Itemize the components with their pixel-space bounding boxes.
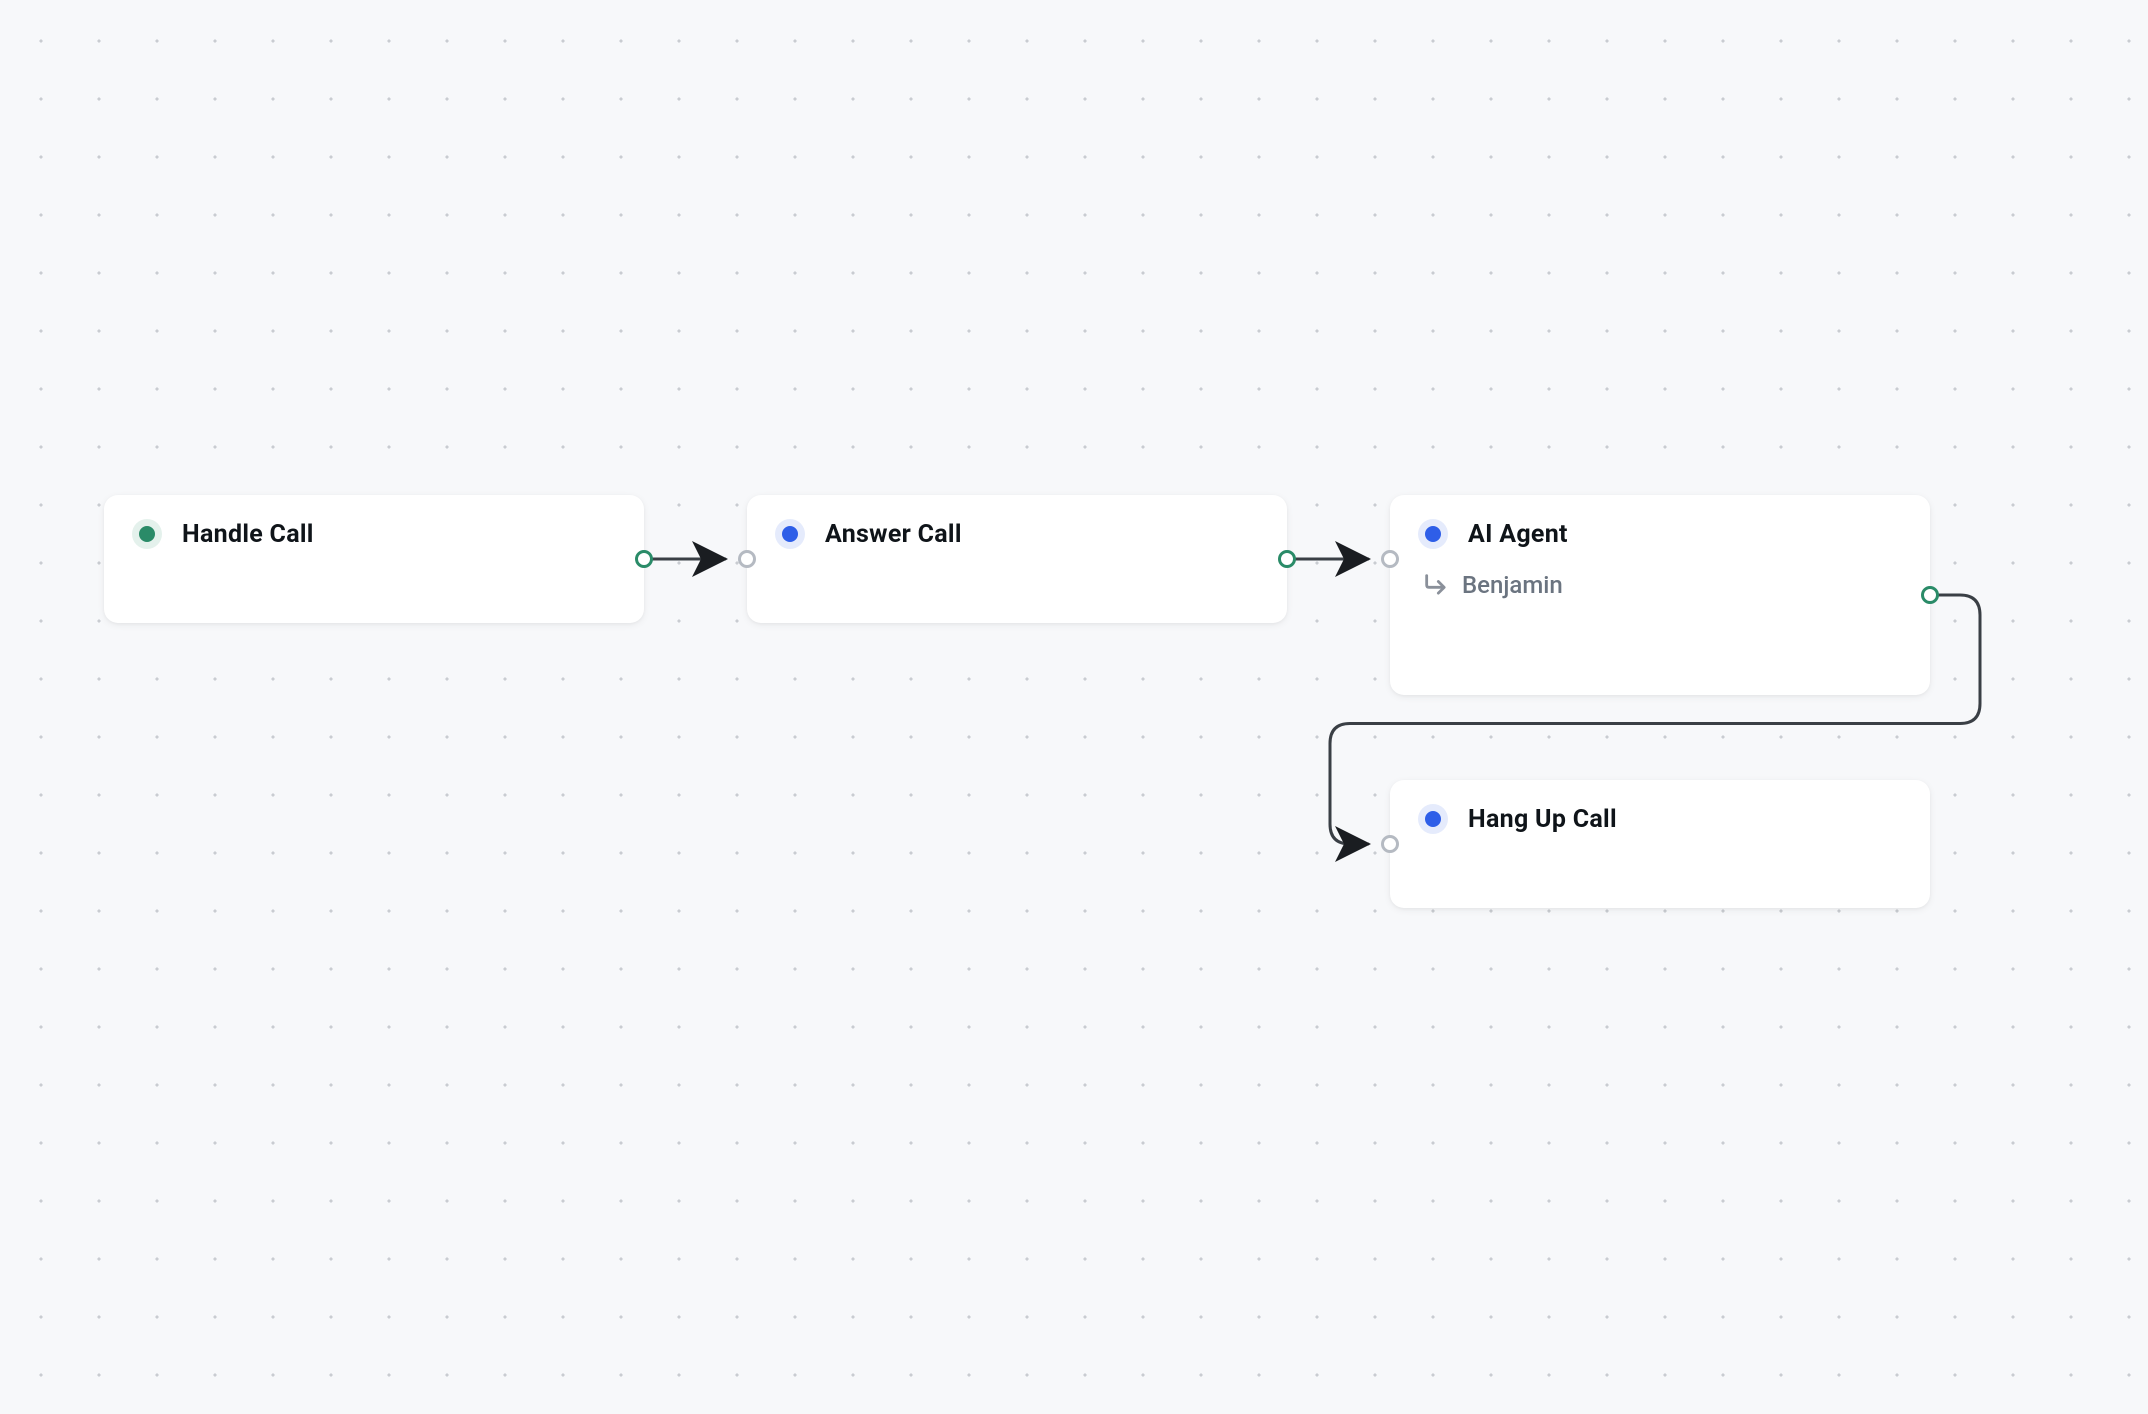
port-handle-call-out[interactable] <box>635 550 653 568</box>
node-header: AI Agent <box>1418 519 1902 549</box>
node-title: Handle Call <box>182 520 314 549</box>
port-ai-agent-in[interactable] <box>1381 550 1399 568</box>
status-dot-icon <box>1425 526 1441 542</box>
node-header: Handle Call <box>132 519 616 549</box>
return-arrow-icon <box>1422 571 1450 599</box>
node-sub-row: Benjamin <box>1418 571 1902 599</box>
port-ai-agent-out[interactable] <box>1921 586 1939 604</box>
node-answer-call[interactable]: Answer Call <box>747 495 1287 623</box>
node-title: AI Agent <box>1468 520 1568 549</box>
flow-canvas[interactable]: Handle Call Answer Call AI Agent <box>0 0 2148 1414</box>
port-answer-call-in[interactable] <box>738 550 756 568</box>
status-dot-icon <box>782 526 798 542</box>
node-ai-agent[interactable]: AI Agent Benjamin <box>1390 495 1930 695</box>
connector-layer <box>0 0 2148 1414</box>
node-sub-label: Benjamin <box>1462 571 1563 599</box>
port-answer-call-out[interactable] <box>1278 550 1296 568</box>
status-dot-wrap <box>1418 804 1448 834</box>
port-hang-up-in[interactable] <box>1381 835 1399 853</box>
status-dot-wrap <box>775 519 805 549</box>
status-dot-wrap <box>1418 519 1448 549</box>
node-hang-up-call[interactable]: Hang Up Call <box>1390 780 1930 908</box>
status-dot-wrap <box>132 519 162 549</box>
node-header: Answer Call <box>775 519 1259 549</box>
node-title: Hang Up Call <box>1468 805 1617 834</box>
status-dot-icon <box>1425 811 1441 827</box>
node-handle-call[interactable]: Handle Call <box>104 495 644 623</box>
status-dot-icon <box>139 526 155 542</box>
node-header: Hang Up Call <box>1418 804 1902 834</box>
node-title: Answer Call <box>825 520 962 549</box>
